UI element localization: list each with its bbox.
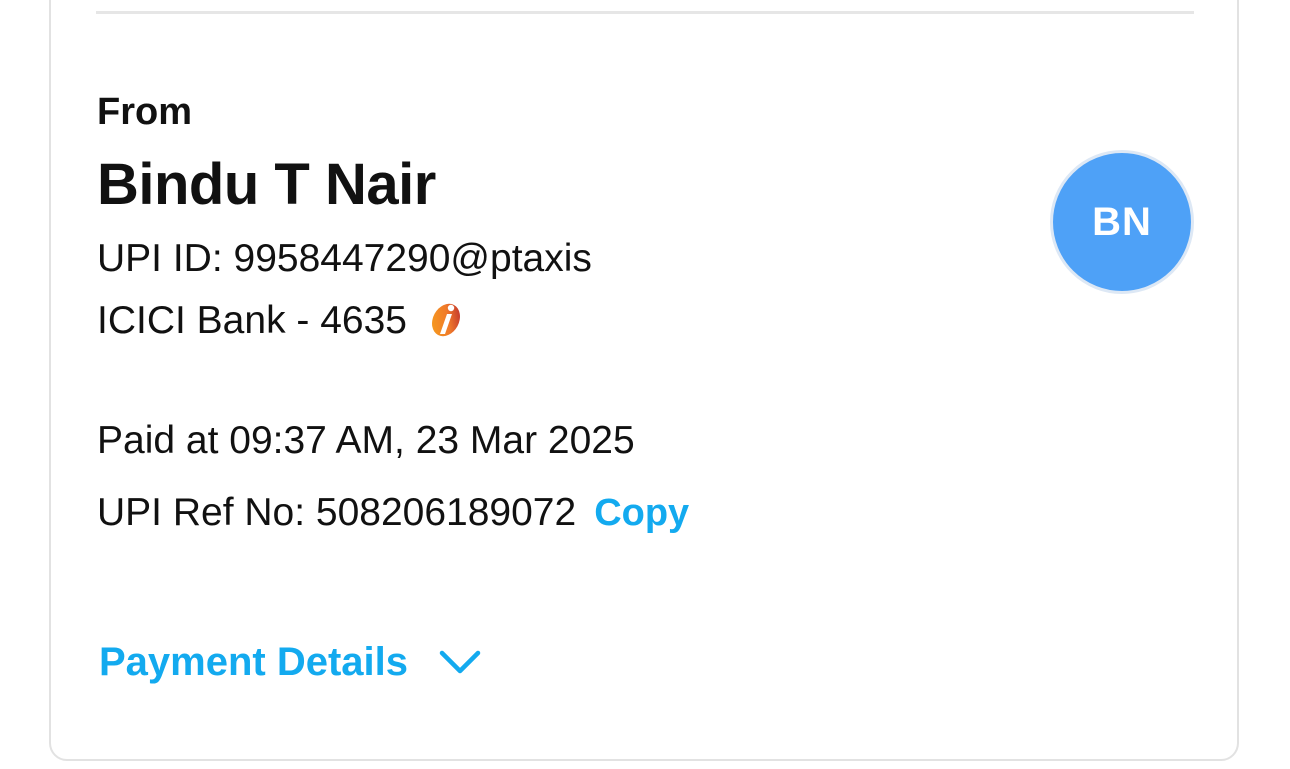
sender-avatar: BN [1050, 150, 1194, 294]
upi-ref-number: UPI Ref No: 508206189072 [97, 491, 577, 534]
paid-at-timestamp: Paid at 09:37 AM, 23 Mar 2025 [97, 419, 635, 462]
from-label: From [97, 91, 192, 133]
sender-upi-id: UPI ID: 9958447290@ptaxis [97, 237, 592, 280]
upi-ref-row: UPI Ref No: 508206189072 Copy [97, 490, 689, 536]
sender-bank-text: ICICI Bank - 4635 [97, 299, 407, 342]
chevron-down-icon [436, 638, 484, 686]
payment-details-label: Payment Details [99, 640, 409, 684]
icici-bank-logo-icon [425, 298, 467, 340]
payment-details-toggle[interactable]: Payment Details [99, 638, 484, 686]
copy-ref-button[interactable]: Copy [594, 490, 689, 536]
sender-bank-row: ICICI Bank - 4635 [97, 298, 467, 344]
section-divider [96, 11, 1194, 14]
sender-name: Bindu T Nair [97, 152, 436, 217]
